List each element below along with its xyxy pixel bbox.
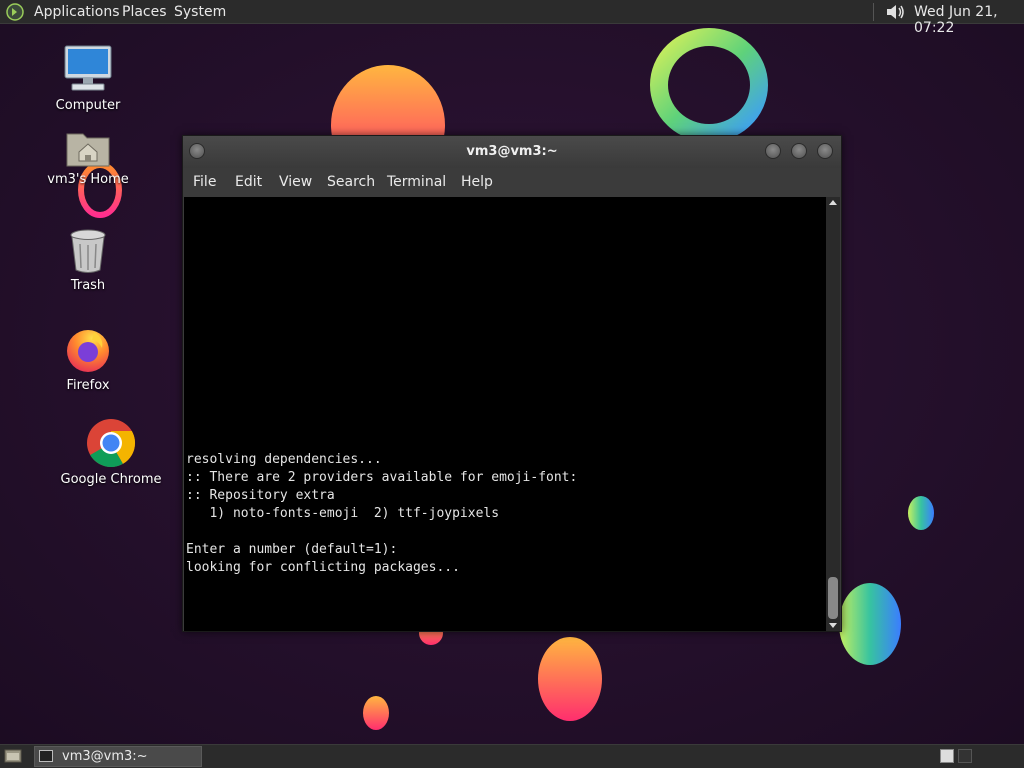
desktop-icon-label: Trash — [70, 278, 106, 293]
scroll-thumb[interactable] — [828, 577, 838, 619]
menu-search[interactable]: Search — [327, 174, 375, 190]
system-menu[interactable]: System — [174, 4, 226, 20]
terminal-line: Enter a number (default=1): — [186, 542, 398, 557]
terminal-line: 1) noto-fonts-emoji 2) ttf-joypixels — [209, 506, 500, 521]
menu-view[interactable]: View — [279, 174, 312, 190]
terminal-output[interactable]: resolving dependencies... :: There are 2… — [184, 197, 826, 631]
trash-icon — [70, 229, 106, 273]
desktop-icon-home[interactable]: vm3's Home — [33, 128, 143, 187]
terminal-text: resolving dependencies... :: There are 2… — [186, 451, 577, 577]
terminal-line: looking for conflicting packages... — [186, 560, 460, 575]
menu-help[interactable]: Help — [461, 174, 493, 190]
computer-icon — [64, 45, 112, 91]
desktop-icon-label: Google Chrome — [60, 472, 162, 487]
desktop-icon-firefox[interactable]: Firefox — [33, 326, 143, 393]
workspace-1[interactable] — [940, 749, 954, 763]
bottom-panel: vm3@vm3:~ — [0, 744, 1024, 768]
menu-terminal[interactable]: Terminal — [387, 174, 446, 190]
menu-edit[interactable]: Edit — [235, 174, 262, 190]
show-desktop-icon[interactable] — [4, 748, 22, 764]
terminal-window[interactable]: vm3@vm3:~ File Edit View Search Terminal… — [182, 135, 842, 632]
places-menu[interactable]: Places — [122, 4, 167, 20]
desktop-icon-computer[interactable]: Computer — [33, 44, 143, 113]
desktop-icon-label: Firefox — [66, 378, 110, 393]
terminal-menubar: File Edit View Search Terminal Help — [183, 168, 841, 196]
terminal-line: :: Repository extra — [186, 488, 335, 503]
terminal-line: :: There are 2 providers available for e… — [186, 470, 578, 485]
workspace-2[interactable] — [958, 749, 972, 763]
terminal-line: resolving dependencies... — [186, 452, 382, 467]
scroll-down-arrow-icon[interactable] — [829, 623, 837, 628]
desktop-icon-label: vm3's Home — [47, 172, 129, 187]
close-button[interactable] — [817, 143, 833, 159]
chrome-icon — [87, 419, 136, 468]
terminal-icon — [39, 750, 53, 762]
taskbar-label: vm3@vm3:~ — [62, 749, 148, 764]
firefox-icon — [67, 330, 109, 372]
applications-menu[interactable]: Applications — [34, 4, 120, 20]
desktop-icon-trash[interactable]: Trash — [33, 228, 143, 293]
home-folder-icon — [66, 133, 110, 167]
taskbar-terminal-button[interactable]: vm3@vm3:~ — [34, 746, 202, 767]
panel-separator — [873, 3, 876, 21]
mate-logo-icon[interactable] — [6, 3, 24, 21]
desktop-icon-chrome[interactable]: Google Chrome — [56, 418, 166, 487]
minimize-button[interactable] — [765, 143, 781, 159]
window-titlebar[interactable]: vm3@vm3:~ — [183, 136, 841, 168]
top-panel: Applications Places System Wed Jun 21, 0… — [0, 0, 1024, 36]
window-title: vm3@vm3:~ — [466, 144, 558, 159]
clock[interactable]: Wed Jun 21, 07:22 — [914, 4, 1024, 36]
desktop-icon-label: Computer — [55, 98, 121, 113]
menu-file[interactable]: File — [193, 174, 216, 190]
speaker-icon[interactable] — [884, 3, 906, 21]
maximize-button[interactable] — [791, 143, 807, 159]
terminal-scrollbar[interactable] — [826, 197, 840, 631]
scroll-up-arrow-icon[interactable] — [829, 200, 837, 205]
